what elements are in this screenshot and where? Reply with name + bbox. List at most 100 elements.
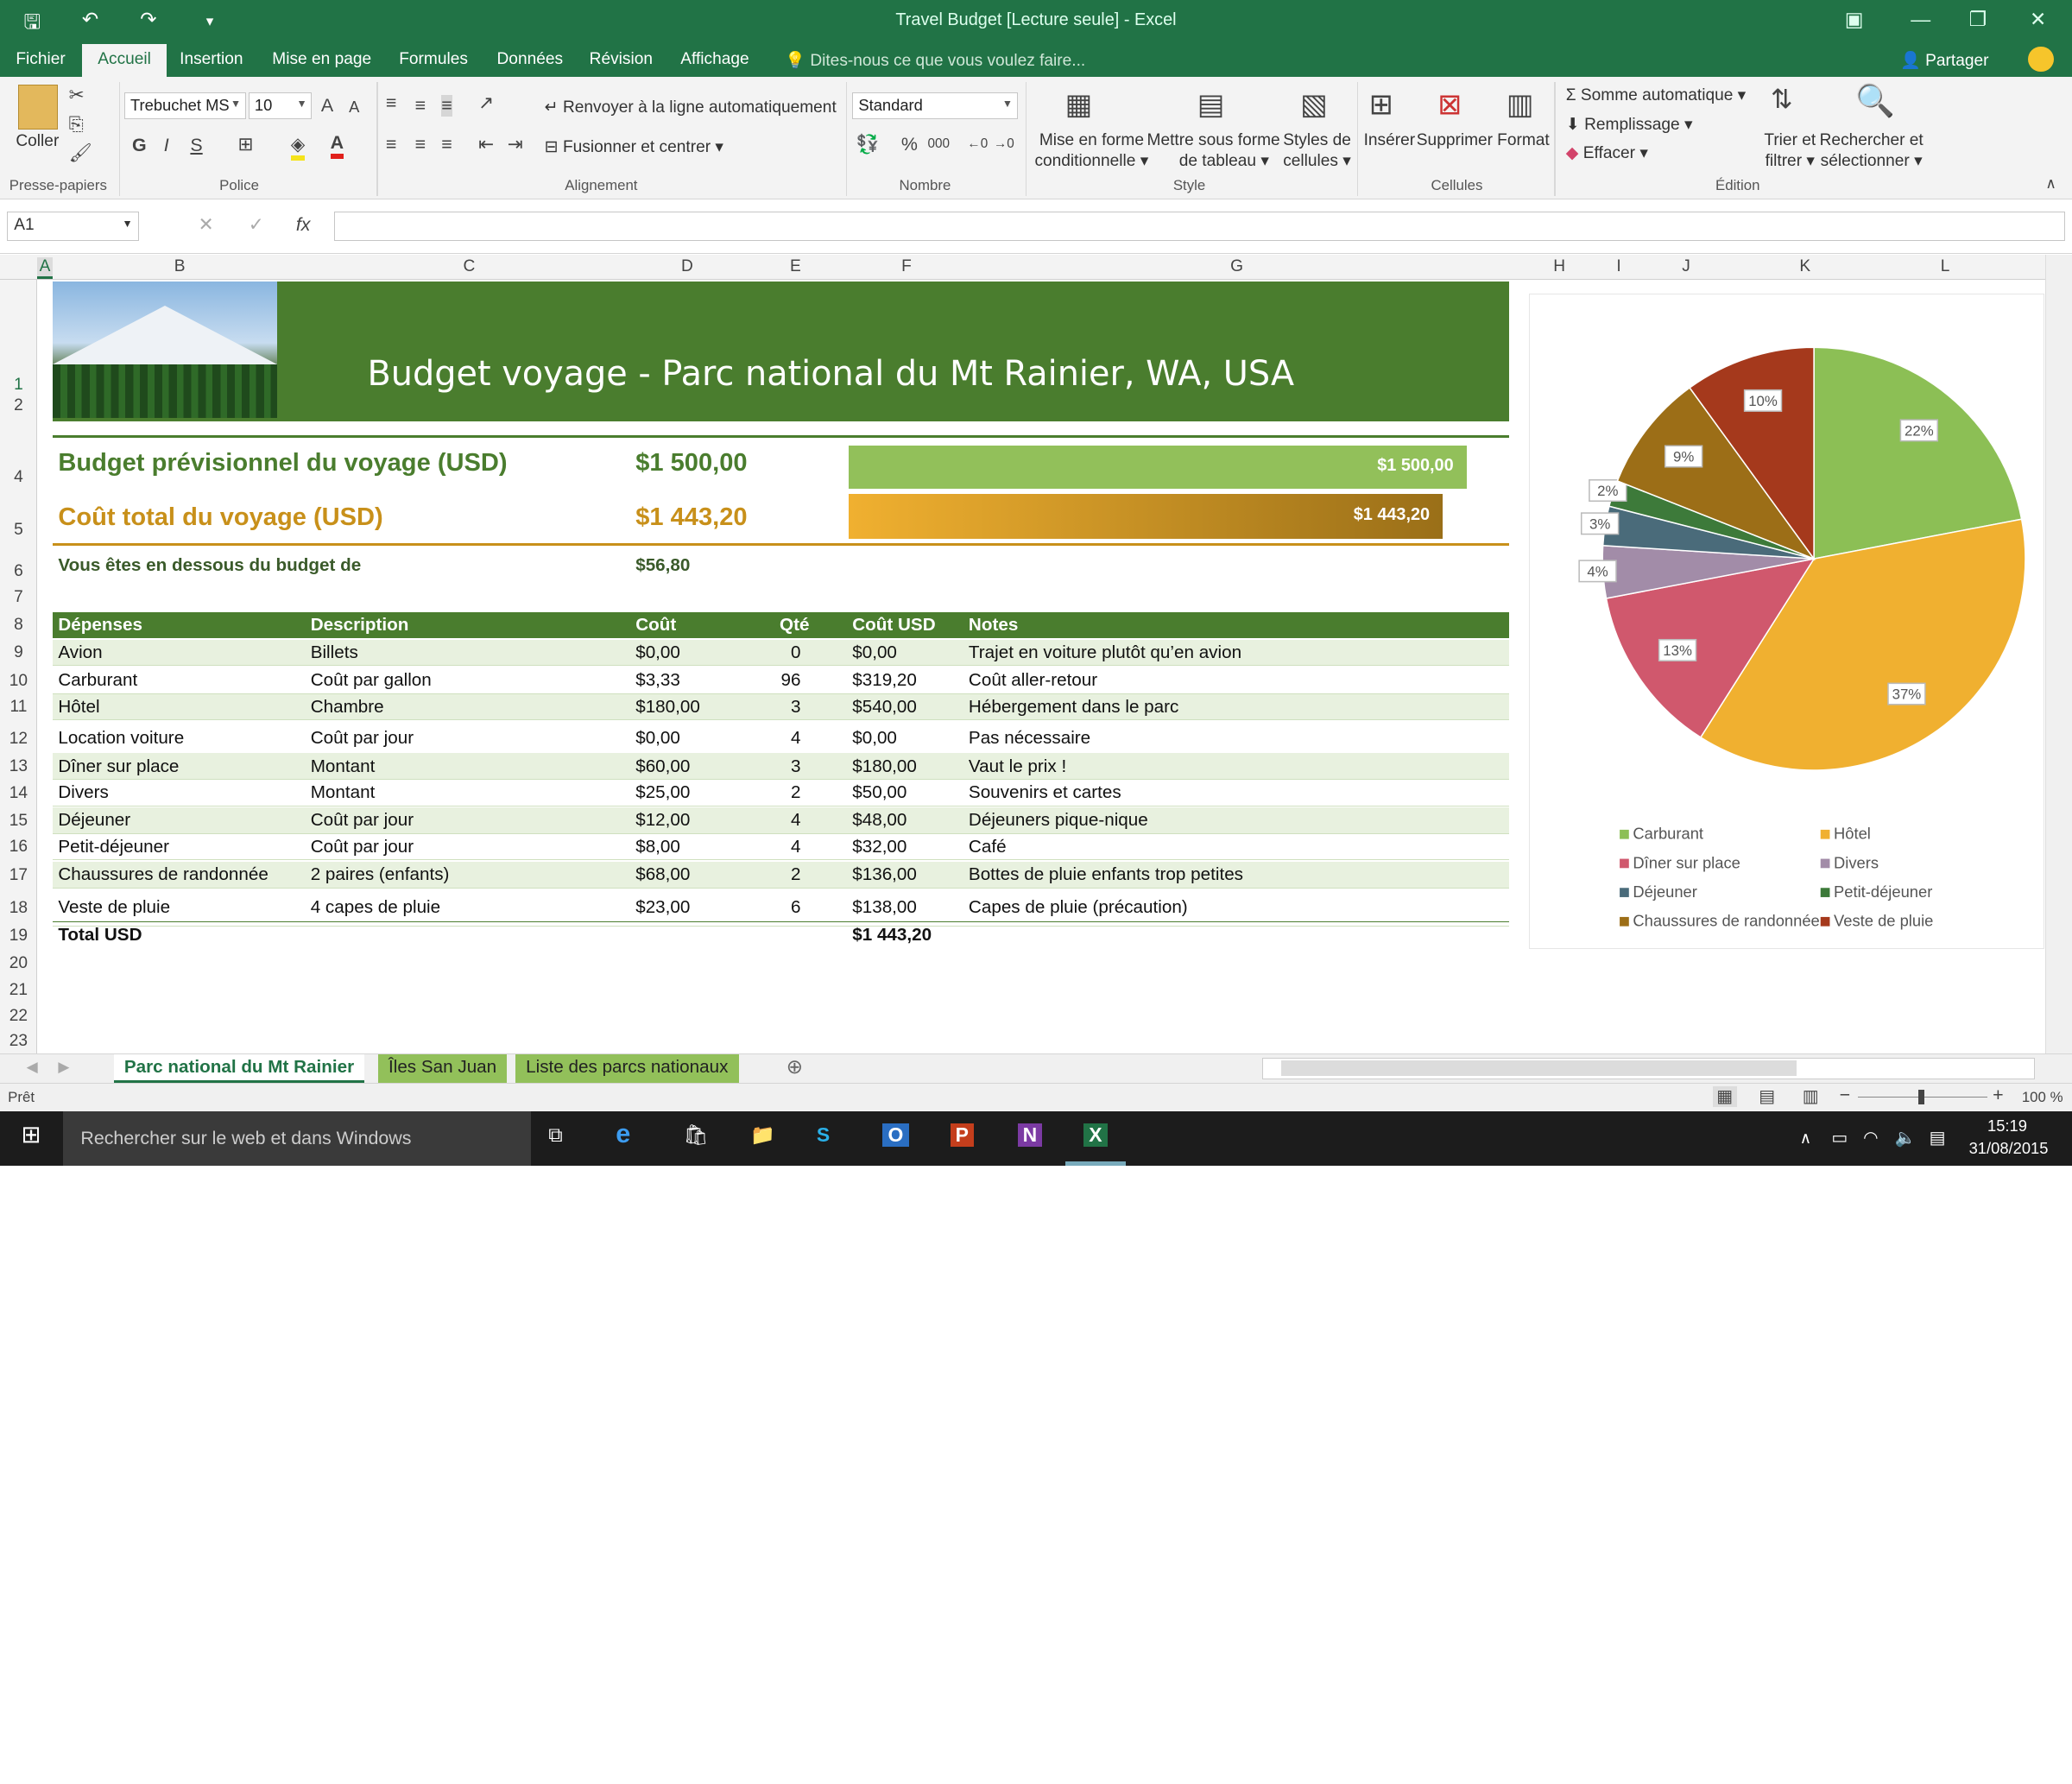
- table-cell[interactable]: 4 capes de pluie: [311, 897, 440, 918]
- table-cell[interactable]: $0,00: [852, 642, 897, 663]
- clear-button[interactable]: ◆ Effacer ▾: [1566, 142, 1648, 163]
- grow-font-icon[interactable]: A: [321, 95, 333, 117]
- onenote-icon[interactable]: N: [1017, 1123, 1043, 1147]
- paste-icon[interactable]: [18, 84, 59, 130]
- tell-me-input[interactable]: 💡 Dites-nous ce que vous voulez faire...: [785, 50, 1085, 71]
- row-header[interactable]: 19: [0, 927, 37, 946]
- pie-chart[interactable]: 22% 37% 13% 4% 3% 2% 9% 10% Carburant Hôtel Dîner …: [1528, 293, 2044, 949]
- column-header[interactable]: C: [306, 257, 632, 276]
- file-explorer-icon[interactable]: 📁: [750, 1123, 775, 1147]
- align-left-icon[interactable]: ≡: [386, 134, 397, 155]
- legend-entry[interactable]: Divers: [1834, 853, 1879, 871]
- borders-icon[interactable]: ⊞: [238, 134, 254, 155]
- legend-entry[interactable]: Petit-déjeuner: [1834, 883, 1932, 901]
- table-cell[interactable]: Déjeuners pique-nique: [969, 810, 1148, 831]
- legend-entry[interactable]: Carburant: [1633, 824, 1703, 842]
- column-header[interactable]: I: [1609, 257, 1627, 276]
- row-header[interactable]: 12: [0, 730, 37, 749]
- scroll-thumb[interactable]: [1281, 1060, 1797, 1077]
- table-cell[interactable]: Vaut le prix !: [969, 756, 1066, 777]
- row-header[interactable]: 14: [0, 784, 37, 803]
- align-top-icon[interactable]: ≡: [386, 92, 397, 114]
- table-cell[interactable]: Trajet en voiture plutôt qu’en avion: [969, 642, 1241, 663]
- task-view-icon[interactable]: ⧉: [548, 1123, 562, 1147]
- table-cell[interactable]: Capes de pluie (précaution): [969, 897, 1188, 918]
- table-cell[interactable]: 3: [740, 756, 801, 777]
- table-cell[interactable]: Pas nécessaire: [969, 728, 1090, 749]
- column-header[interactable]: J: [1628, 257, 1745, 276]
- search-box[interactable]: Rechercher sur le web et dans Windows: [63, 1111, 532, 1166]
- table-cell[interactable]: $50,00: [852, 782, 906, 803]
- format-table-button[interactable]: Mettre sous forme de tableau ▾: [1147, 131, 1280, 171]
- share-button[interactable]: 👤 Partager: [1900, 50, 1989, 71]
- legend-entry[interactable]: Hôtel: [1834, 824, 1871, 842]
- store-icon[interactable]: 🛍: [683, 1123, 708, 1147]
- table-header-cell[interactable]: Coût: [635, 615, 676, 636]
- table-cell[interactable]: $0,00: [852, 728, 897, 749]
- volume-icon[interactable]: 🔈: [1895, 1128, 1917, 1148]
- table-cell[interactable]: $319,20: [852, 670, 917, 691]
- font-color-icon[interactable]: A: [330, 132, 344, 160]
- table-cell[interactable]: $68,00: [635, 864, 690, 885]
- column-header[interactable]: E: [742, 257, 848, 276]
- table-cell[interactable]: 2 paires (enfants): [311, 864, 450, 885]
- table-cell[interactable]: Coût par jour: [311, 728, 414, 749]
- table-header-cell[interactable]: Notes: [969, 615, 1018, 636]
- table-cell[interactable]: Coût par jour: [311, 810, 414, 831]
- percent-icon[interactable]: %: [901, 134, 918, 155]
- table-cell[interactable]: $0,00: [635, 728, 680, 749]
- tab-view[interactable]: Affichage: [680, 50, 749, 69]
- add-sheet-icon[interactable]: ⊕: [786, 1055, 803, 1079]
- battery-icon[interactable]: ▭: [1831, 1128, 1848, 1148]
- thousands-icon[interactable]: 000: [927, 136, 950, 152]
- row-header[interactable]: 2: [0, 396, 37, 415]
- row-header[interactable]: 20: [0, 954, 37, 973]
- table-cell[interactable]: $60,00: [635, 756, 690, 777]
- formula-input[interactable]: [334, 211, 2066, 241]
- table-cell[interactable]: Location voiture: [58, 728, 184, 749]
- table-cell[interactable]: $8,00: [635, 837, 680, 857]
- fill-color-icon[interactable]: ◈: [290, 134, 306, 161]
- table-cell[interactable]: Coût par gallon: [311, 670, 432, 691]
- row-header[interactable]: 11: [0, 698, 37, 717]
- name-box[interactable]: A1 ▼: [6, 211, 139, 241]
- table-cell[interactable]: Divers: [58, 782, 109, 803]
- column-header[interactable]: D: [632, 257, 743, 276]
- table-cell[interactable]: Coût aller-retour: [969, 670, 1097, 691]
- minimize-icon[interactable]: —: [1911, 8, 1930, 31]
- conditional-format-button[interactable]: Mise en forme conditionnelle ▾: [1034, 131, 1148, 171]
- tab-formulas[interactable]: Formules: [399, 50, 468, 69]
- shrink-font-icon[interactable]: A: [349, 98, 359, 117]
- sheet-tab[interactable]: Parc national du Mt Rainier: [113, 1053, 365, 1084]
- table-cell[interactable]: 6: [740, 897, 801, 918]
- tab-file[interactable]: Fichier: [16, 50, 65, 69]
- row-header[interactable]: 9: [0, 643, 37, 662]
- align-center-icon[interactable]: ≡: [415, 134, 426, 155]
- powerpoint-icon[interactable]: P: [950, 1123, 975, 1147]
- row-header[interactable]: 21: [0, 981, 37, 1000]
- cut-icon[interactable]: ✂: [69, 85, 85, 106]
- notification-icon[interactable]: ▤: [1930, 1128, 1946, 1148]
- table-cell[interactable]: 2: [740, 782, 801, 803]
- merge-center-button[interactable]: ⊟ Fusionner et centrer ▾: [545, 136, 723, 157]
- table-cell[interactable]: $540,00: [852, 697, 917, 718]
- collapse-ribbon-icon[interactable]: ∧: [2045, 174, 2056, 193]
- excel-icon[interactable]: X: [1083, 1123, 1108, 1147]
- zoom-out-icon[interactable]: −: [1840, 1085, 1851, 1106]
- zoom-slider-thumb[interactable]: [1918, 1090, 1924, 1105]
- sort-filter-button[interactable]: Trier et filtrer ▾: [1764, 131, 1816, 171]
- tab-data[interactable]: Données: [497, 50, 564, 69]
- prev-sheet-icon[interactable]: ◀: [27, 1058, 38, 1076]
- autosum-button[interactable]: Σ Somme automatique ▾: [1566, 85, 1747, 105]
- table-cell[interactable]: Bottes de pluie enfants trop petites: [969, 864, 1243, 885]
- table-cell[interactable]: $138,00: [852, 897, 917, 918]
- legend-entry[interactable]: Veste de pluie: [1834, 911, 1933, 929]
- tab-home[interactable]: Accueil: [81, 43, 167, 77]
- legend-entry[interactable]: Dîner sur place: [1633, 853, 1740, 871]
- format-painter-icon[interactable]: 🖌: [69, 142, 92, 164]
- row-header[interactable]: 22: [0, 1007, 37, 1026]
- page-break-icon[interactable]: ▥: [1803, 1086, 1819, 1107]
- skype-icon[interactable]: S: [817, 1123, 830, 1147]
- font-size-combo[interactable]: 10 ▼: [248, 92, 313, 119]
- table-cell[interactable]: 96: [740, 670, 801, 691]
